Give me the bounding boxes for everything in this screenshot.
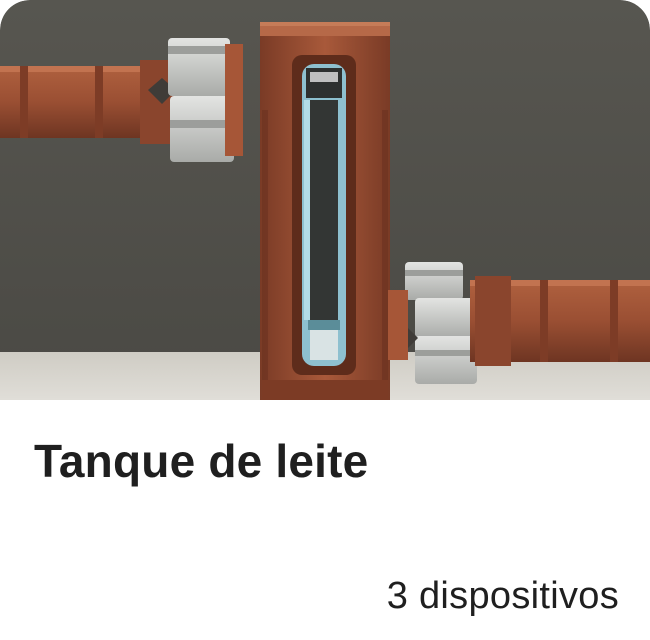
milk-tank-preview-image bbox=[0, 0, 650, 400]
milk-tank-card[interactable]: Tanque de leite 3 dispositivos bbox=[0, 0, 650, 640]
card-title: Tanque de leite bbox=[34, 435, 369, 487]
device-count-label: 3 dispositivos bbox=[386, 575, 619, 617]
